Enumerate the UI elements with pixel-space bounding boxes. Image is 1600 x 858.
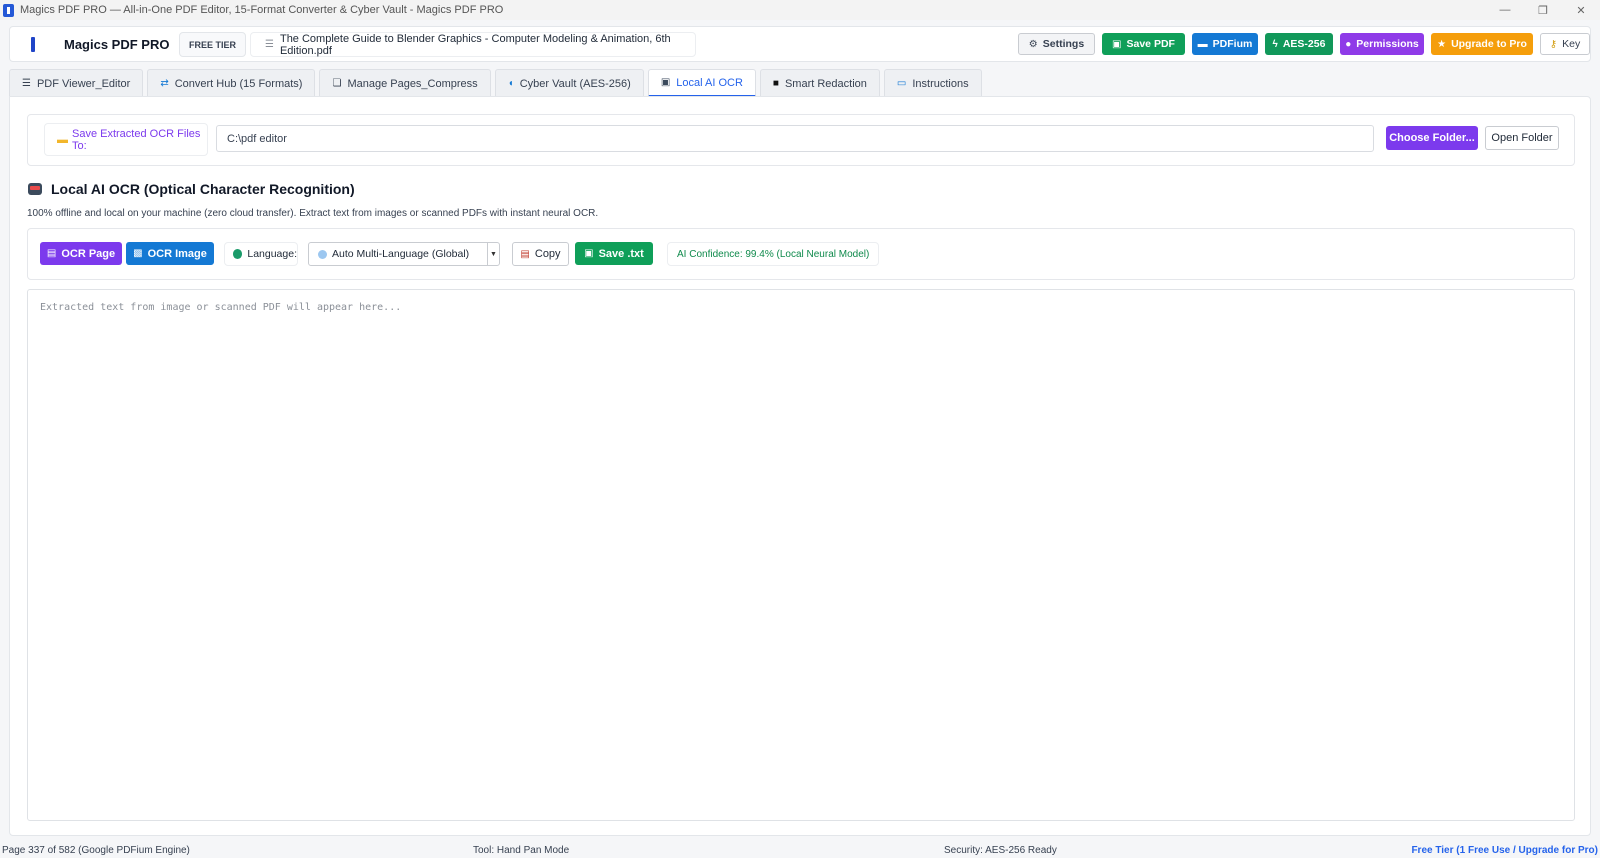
pdfium-label: PDFium xyxy=(1212,38,1253,50)
tab-manage-pages[interactable]: ❏ Manage Pages_Compress xyxy=(319,69,491,97)
globe-icon xyxy=(233,249,243,259)
document-icon: ☰ xyxy=(22,78,31,89)
save-folder-label: ▬ Save Extracted OCR Files To: xyxy=(44,123,208,156)
page-icon: ▤ xyxy=(46,248,57,259)
globe-icon xyxy=(318,249,327,259)
window-controls: — ❐ ✕ xyxy=(1486,0,1600,20)
tab-cyber-vault[interactable]: ◖ Cyber Vault (AES-256) xyxy=(494,69,644,97)
save-txt-label: Save .txt xyxy=(598,247,644,260)
copy-button[interactable]: ▤ Copy xyxy=(512,242,569,266)
ocr-page-label: OCR Page xyxy=(61,247,116,260)
pages-icon: ❏ xyxy=(332,78,342,89)
status-security: Security: AES-256 Ready xyxy=(944,845,1057,856)
ocr-panel: ▬ Save Extracted OCR Files To: Choose Fo… xyxy=(9,96,1591,836)
language-select[interactable]: Auto Multi-Language (Global) ▼ xyxy=(308,242,500,266)
redaction-icon: ■ xyxy=(772,78,779,89)
tab-convert-hub[interactable]: ⇄ Convert Hub (15 Formats) xyxy=(147,69,316,97)
gear-icon: ⚙ xyxy=(1028,38,1038,50)
save-path-input[interactable] xyxy=(216,125,1374,152)
key-button[interactable]: ⚷ Key xyxy=(1540,33,1590,55)
status-page: Page 337 of 582 (Google PDFium Engine) xyxy=(2,845,190,856)
tab-label: Cyber Vault (AES-256) xyxy=(519,77,631,90)
ocr-toolbar: ▤ OCR Page ▩ OCR Image Language: Auto Mu… xyxy=(27,228,1575,280)
chevron-down-icon[interactable]: ▼ xyxy=(487,243,499,265)
status-bar: Page 337 of 582 (Google PDFium Engine) T… xyxy=(0,842,1600,858)
tab-pdf-viewer[interactable]: ☰ PDF Viewer_Editor xyxy=(9,69,144,97)
copy-label: Copy xyxy=(534,248,561,260)
key-label: Key xyxy=(1562,38,1581,50)
ocr-output-textarea[interactable] xyxy=(27,289,1575,821)
ocr-image-label: OCR Image xyxy=(147,247,207,260)
brand-logo-icon xyxy=(31,37,35,52)
tab-instructions[interactable]: ▭ Instructions xyxy=(883,69,982,97)
engine-icon: ▬ xyxy=(1197,38,1208,50)
shield-icon: ◖ xyxy=(507,78,514,89)
convert-icon: ⇄ xyxy=(160,78,169,89)
permission-icon: ● xyxy=(1345,38,1352,50)
section-description: 100% offline and local on your machine (… xyxy=(27,208,599,219)
tab-label: Manage Pages_Compress xyxy=(347,77,478,90)
close-icon[interactable]: ✕ xyxy=(1562,0,1600,20)
restore-icon[interactable]: ❐ xyxy=(1524,0,1562,20)
upgrade-label: Upgrade to Pro xyxy=(1451,38,1527,50)
aes-label: AES-256 xyxy=(1282,38,1326,50)
tab-label: PDF Viewer_Editor xyxy=(36,77,131,90)
tab-label: Instructions xyxy=(912,77,969,90)
image-icon: ▩ xyxy=(133,248,143,259)
clipboard-icon: ▤ xyxy=(520,248,530,260)
language-label-text: Language: xyxy=(247,248,297,260)
choose-folder-button[interactable]: Choose Folder... xyxy=(1386,126,1478,150)
open-file-name: ☰ The Complete Guide to Blender Graphics… xyxy=(250,32,696,57)
window-titlebar: Magics PDF PRO — All-in-One PDF Editor, … xyxy=(0,0,1600,20)
tab-label: Smart Redaction xyxy=(784,77,867,90)
permissions-button[interactable]: ● Permissions xyxy=(1340,33,1424,55)
ocr-page-button[interactable]: ▤ OCR Page xyxy=(40,242,122,265)
pdfium-button[interactable]: ▬ PDFium xyxy=(1192,33,1258,55)
window-title: Magics PDF PRO — All-in-One PDF Editor, … xyxy=(20,4,504,16)
floppy-icon: ▣ xyxy=(1112,38,1122,50)
bolt-icon: ϟ xyxy=(1272,38,1278,50)
tier-badge: FREE TIER xyxy=(179,32,247,57)
robot-icon: ▣ xyxy=(660,77,671,88)
status-tier[interactable]: Free Tier (1 Free Use / Upgrade for Pro) xyxy=(1411,845,1598,856)
upgrade-button[interactable]: ★ Upgrade to Pro xyxy=(1431,33,1533,55)
permissions-label: Permissions xyxy=(1356,38,1419,50)
tab-label: Convert Hub (15 Formats) xyxy=(174,77,303,90)
minimize-icon[interactable]: — xyxy=(1486,0,1524,20)
tab-smart-redaction[interactable]: ■ Smart Redaction xyxy=(759,69,880,97)
folder-icon: ▬ xyxy=(57,133,68,146)
save-pdf-button[interactable]: ▣ Save PDF xyxy=(1102,33,1185,55)
save-folder-label-text: Save Extracted OCR Files To: xyxy=(72,127,201,152)
tab-local-ai-ocr[interactable]: ▣ Local AI OCR xyxy=(647,69,756,97)
section-title: Local AI OCR (Optical Character Recognit… xyxy=(28,181,355,197)
brand-name: Magics PDF PRO xyxy=(64,37,170,52)
language-selected-value: Auto Multi-Language (Global) xyxy=(332,248,470,260)
status-tool: Tool: Hand Pan Mode xyxy=(473,845,570,856)
robot-icon xyxy=(28,183,42,195)
ai-confidence-badge: AI Confidence: 99.4% (Local Neural Model… xyxy=(667,242,880,266)
app-header: Magics PDF PRO FREE TIER ☰ The Complete … xyxy=(9,26,1591,62)
file-name-label: The Complete Guide to Blender Graphics -… xyxy=(279,32,671,57)
star-icon: ★ xyxy=(1437,38,1447,50)
floppy-icon: ▣ xyxy=(584,248,594,259)
book-icon: ▭ xyxy=(896,78,907,89)
open-folder-button[interactable]: Open Folder xyxy=(1485,126,1559,150)
aes-256-button[interactable]: ϟ AES-256 xyxy=(1265,33,1333,55)
tab-label: Local AI OCR xyxy=(676,76,743,89)
ocr-image-button[interactable]: ▩ OCR Image xyxy=(126,242,214,265)
save-pdf-label: Save PDF xyxy=(1126,38,1175,50)
save-folder-row: ▬ Save Extracted OCR Files To: Choose Fo… xyxy=(27,114,1575,166)
save-txt-button[interactable]: ▣ Save .txt xyxy=(575,242,653,265)
section-title-text: Local AI OCR (Optical Character Recognit… xyxy=(51,181,355,197)
document-icon: ☰ xyxy=(265,39,274,50)
settings-label: Settings xyxy=(1042,38,1085,50)
app-logo-icon xyxy=(3,3,14,17)
main-tabs: ☰ PDF Viewer_Editor ⇄ Convert Hub (15 Fo… xyxy=(9,69,986,97)
settings-button[interactable]: ⚙ Settings xyxy=(1018,33,1095,55)
key-icon: ⚷ xyxy=(1549,38,1558,50)
language-label: Language: xyxy=(224,242,298,266)
